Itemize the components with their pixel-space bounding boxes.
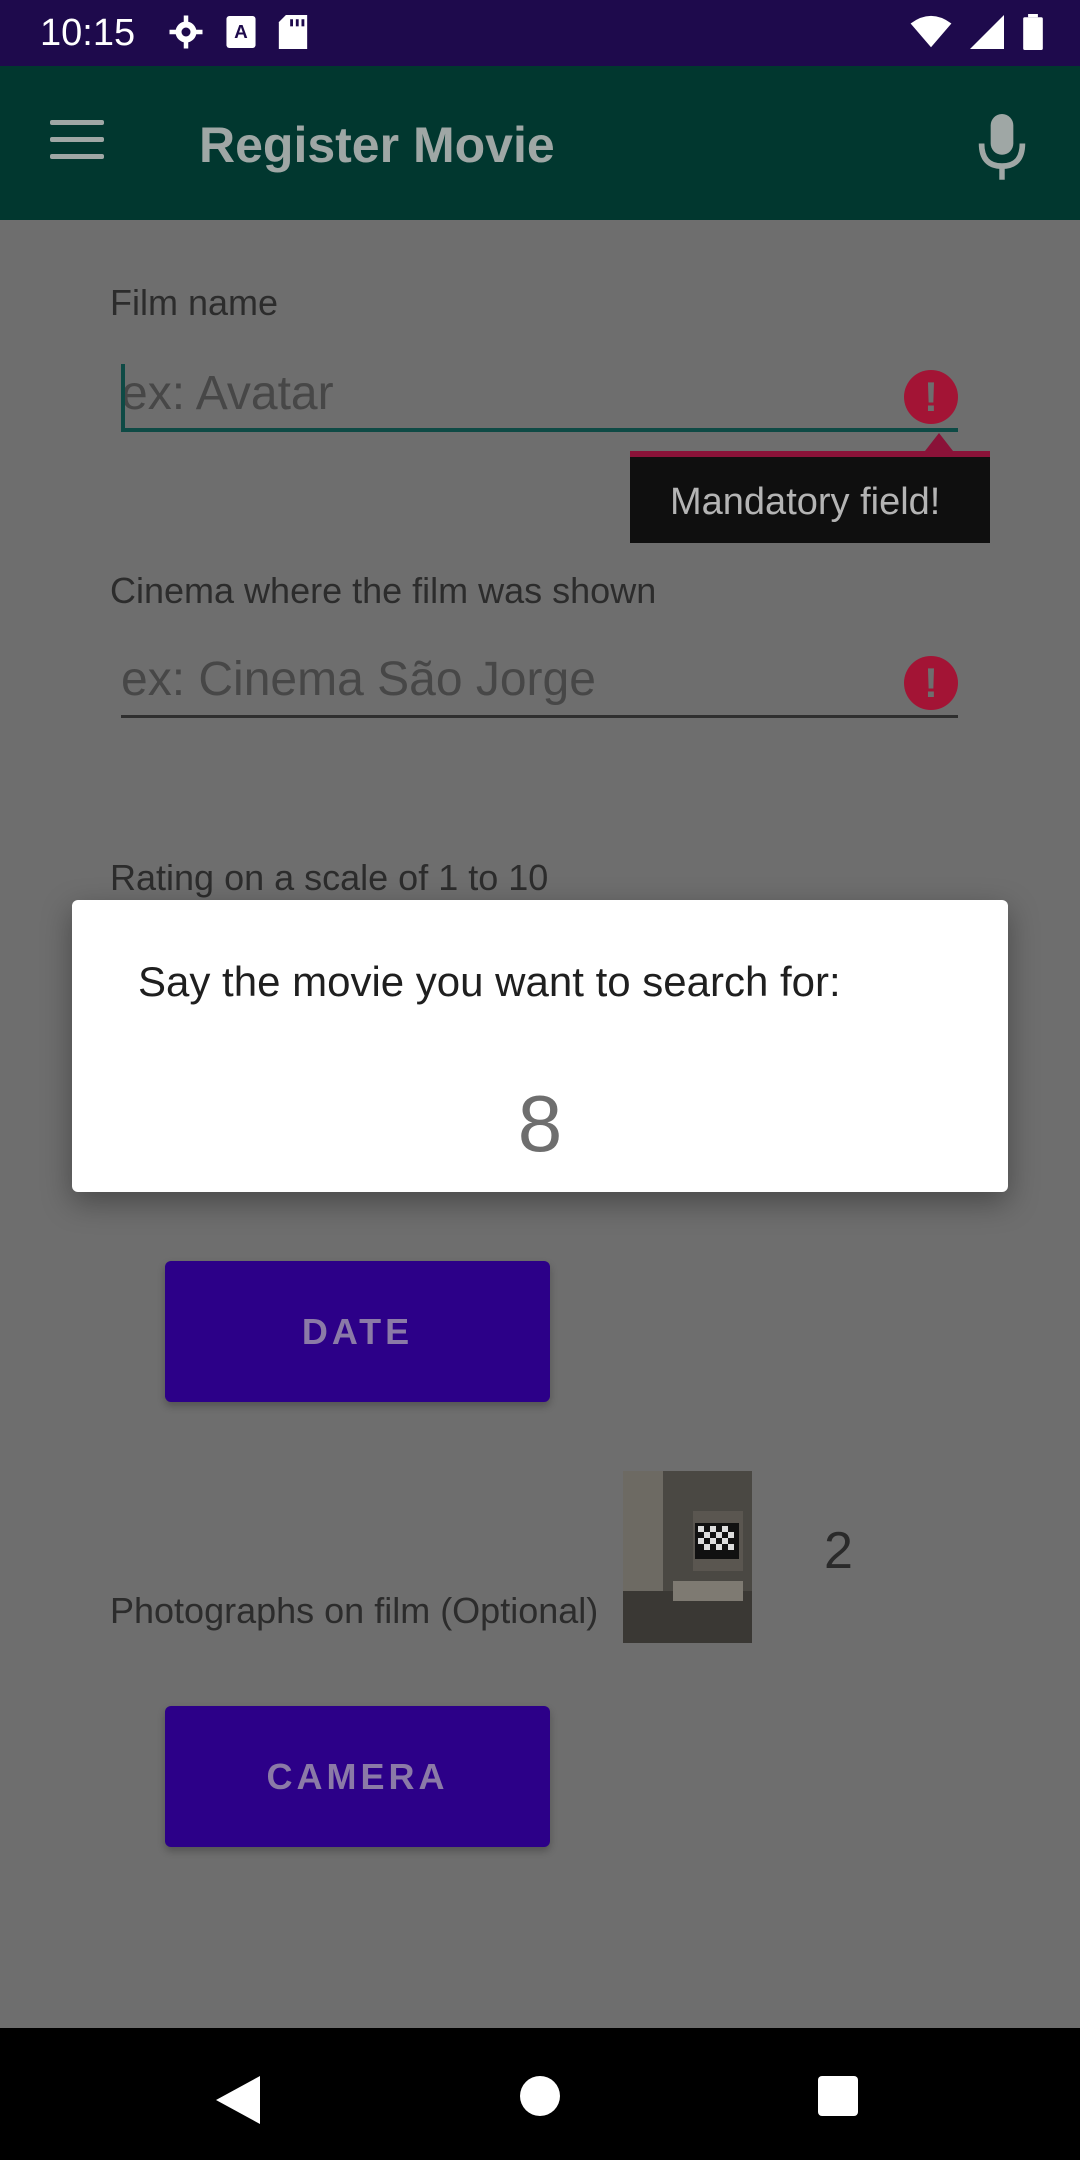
error-icon[interactable]: ! [904,656,958,710]
speech-dialog: Say the movie you want to search for: 8 [72,900,1008,1192]
battery-icon [1023,14,1043,50]
menu-icon[interactable] [50,120,104,164]
dialog-recognized-value: 8 [517,1079,563,1168]
camera-button[interactable]: CAMERA [165,1706,550,1847]
settings-icon [169,15,203,49]
text-a-icon: A [226,16,256,48]
home-icon[interactable] [520,2076,560,2116]
app-title: Register Movie [199,117,555,173]
dialog-title: Say the movie you want to search for: [138,958,841,1005]
app-bar: Register Movie [0,66,1080,220]
tooltip-arrow [925,433,953,451]
text-cursor [121,364,125,430]
cinema-placeholder: ex: Cinema São Jorge [121,653,596,706]
cinema-label: Cinema where the film was shown [110,570,657,611]
recents-icon[interactable] [818,2076,858,2116]
mic-icon[interactable] [974,114,1030,182]
back-icon[interactable] [216,2076,260,2124]
date-button[interactable]: DATE [165,1261,550,1402]
signal-icon [970,15,1004,49]
navigation-bar [0,2028,1080,2160]
photos-label: Photographs on film (Optional) [110,1590,599,1631]
rating-label: Rating on a scale of 1 to 10 [110,857,549,898]
status-time: 10:15 [40,12,136,54]
error-icon[interactable]: ! [904,370,958,424]
film-name-placeholder: ex: Avatar [121,367,334,420]
status-icons-right [910,14,1044,50]
cinema-input[interactable]: ex: Cinema São Jorge ! [121,646,958,718]
film-name-label: Film name [110,282,279,323]
photo-thumbnail[interactable] [623,1471,752,1643]
photo-thumbnail-image [623,1471,752,1643]
error-tooltip: Mandatory field! [630,451,990,543]
status-icons-left: A [168,14,308,50]
wifi-icon [910,15,952,48]
svg-text:A: A [234,22,248,43]
photo-count: 2 [824,1522,853,1580]
film-name-input[interactable]: ex: Avatar ! [121,360,958,432]
sd-card-icon [278,15,308,49]
status-bar: 10:15 A [0,0,1080,66]
